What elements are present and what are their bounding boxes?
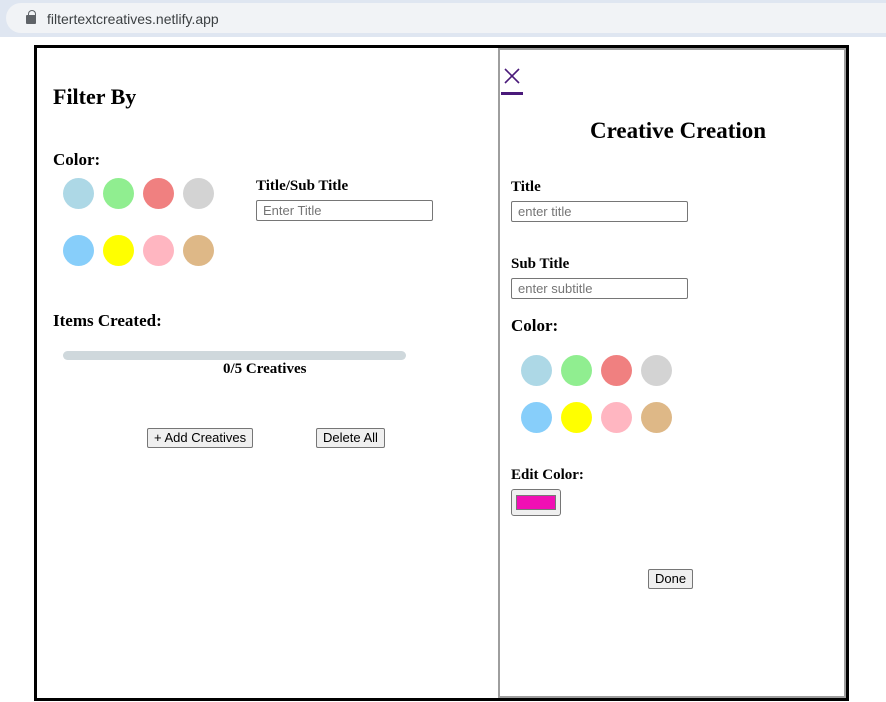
panel-swatch-skyblue[interactable] bbox=[521, 402, 552, 433]
panel-swatch-lightgreen[interactable] bbox=[561, 355, 592, 386]
filter-title: Filter By bbox=[53, 84, 137, 109]
filter-title-label: Title/Sub Title bbox=[256, 178, 349, 194]
lock-icon[interactable] bbox=[26, 10, 36, 24]
edit-color-picker[interactable] bbox=[511, 489, 561, 516]
panel-swatch-pink[interactable] bbox=[601, 402, 632, 433]
add-creatives-button[interactable]: + Add Creatives bbox=[147, 428, 254, 448]
filter-swatch-tan[interactable] bbox=[183, 235, 214, 266]
close-underline bbox=[501, 92, 523, 95]
panel-title-input[interactable] bbox=[511, 201, 688, 222]
filter-color-label: Color: bbox=[53, 150, 101, 169]
filter-swatch-lightgray[interactable] bbox=[183, 178, 214, 209]
progress-bar bbox=[63, 351, 406, 360]
filter-swatch-lightgreen[interactable] bbox=[103, 178, 134, 209]
panel-subtitle-label: Sub Title bbox=[511, 256, 570, 272]
panel-swatch-yellow[interactable] bbox=[561, 402, 592, 433]
panel-swatch-lightblue[interactable] bbox=[521, 355, 552, 386]
url-box[interactable]: filtertextcreatives.netlify.app bbox=[6, 3, 886, 33]
close-panel-button[interactable] bbox=[501, 65, 523, 95]
panel-color-label: Color: bbox=[511, 316, 559, 335]
panel-title-label: Title bbox=[511, 179, 541, 195]
filter-swatch-pink[interactable] bbox=[143, 235, 174, 266]
panel-title: Creative Creation bbox=[590, 118, 767, 143]
edit-color-swatch bbox=[516, 495, 556, 510]
items-created-title: Items Created: bbox=[53, 311, 162, 330]
panel-swatch-tan[interactable] bbox=[641, 402, 672, 433]
done-button[interactable]: Done bbox=[648, 569, 694, 589]
url-text[interactable]: filtertextcreatives.netlify.app bbox=[47, 11, 219, 27]
browser-address-bar: filtertextcreatives.netlify.app bbox=[0, 0, 886, 37]
progress-text: 0/5 Creatives bbox=[223, 361, 307, 377]
filter-swatch-lightblue[interactable] bbox=[63, 178, 94, 209]
delete-all-button[interactable]: Delete All bbox=[316, 428, 385, 448]
filter-swatch-skyblue[interactable] bbox=[63, 235, 94, 266]
filter-swatch-lightcoral[interactable] bbox=[143, 178, 174, 209]
panel-swatch-lightcoral[interactable] bbox=[601, 355, 632, 386]
panel-swatch-lightgray[interactable] bbox=[641, 355, 672, 386]
edit-color-label: Edit Color: bbox=[511, 467, 584, 483]
close-icon[interactable] bbox=[503, 67, 521, 85]
filter-title-input[interactable] bbox=[256, 200, 433, 221]
filter-swatch-yellow[interactable] bbox=[103, 235, 134, 266]
panel-subtitle-input[interactable] bbox=[511, 278, 688, 299]
